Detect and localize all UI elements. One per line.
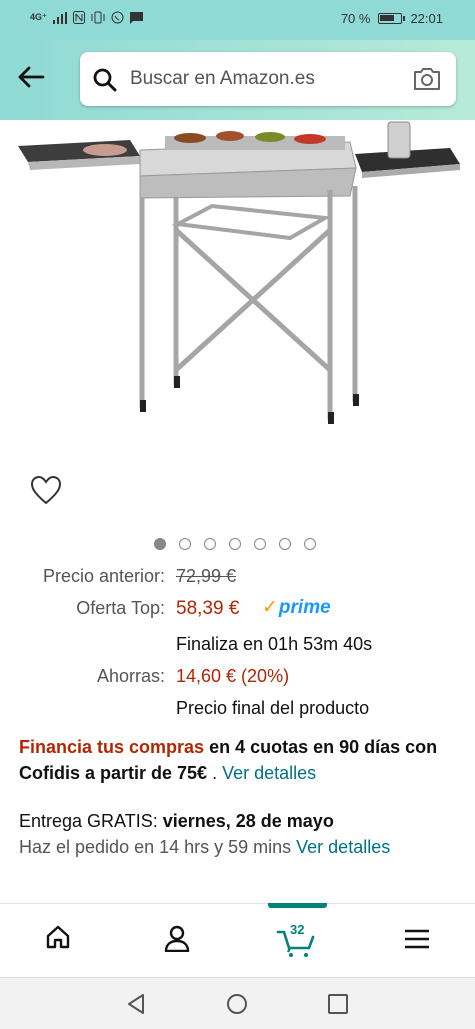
carousel-dot[interactable] bbox=[229, 538, 241, 550]
delivery-details-link[interactable]: Ver detalles bbox=[296, 837, 390, 857]
offer-price: 58,39 € bbox=[176, 598, 240, 619]
financing-highlight: Financia tus compras bbox=[19, 737, 205, 757]
clock: 22:01 bbox=[410, 11, 443, 26]
savings-label: Ahorras: bbox=[96, 666, 165, 686]
final-price-note: Precio final del producto bbox=[176, 698, 370, 718]
system-back-icon[interactable] bbox=[125, 993, 147, 1015]
active-tab-indicator bbox=[268, 903, 327, 908]
carousel-dot[interactable] bbox=[154, 538, 166, 550]
delivery-order-by: Haz el pedido en 14 hrs y 59 mins bbox=[19, 837, 297, 857]
delivery-info: Entrega GRATIS: viernes, 28 de mayo Haz … bbox=[19, 808, 459, 860]
battery-icon bbox=[378, 13, 406, 24]
bottom-navigation: 32 bbox=[0, 903, 475, 977]
system-recents-icon[interactable] bbox=[327, 993, 349, 1015]
carousel-dot[interactable] bbox=[179, 538, 191, 550]
account-icon[interactable] bbox=[163, 924, 191, 952]
carousel-dot[interactable] bbox=[279, 538, 291, 550]
menu-icon[interactable] bbox=[404, 928, 430, 950]
prime-label: prime bbox=[278, 597, 331, 618]
vibrate-icon bbox=[91, 11, 105, 24]
network-type: 4G⁺ bbox=[30, 12, 47, 22]
carousel-dots[interactable] bbox=[154, 538, 316, 550]
previous-price-label: Precio anterior: bbox=[42, 566, 165, 586]
system-navigation bbox=[0, 977, 475, 1029]
financing-details-link[interactable]: Ver detalles bbox=[222, 763, 316, 783]
prime-badge: ✓prime bbox=[262, 596, 331, 619]
carousel-dot[interactable] bbox=[304, 538, 316, 550]
status-icons-left: 4G⁺ bbox=[30, 11, 143, 24]
previous-price: 72,99 € bbox=[176, 566, 237, 586]
battery-percent: 70 % bbox=[340, 11, 371, 26]
system-home-icon[interactable] bbox=[226, 993, 248, 1015]
status-icons-right: 70 % 22:01 bbox=[341, 11, 443, 26]
nfc-icon bbox=[72, 11, 85, 24]
search-input[interactable]: Buscar en Amazon.es bbox=[130, 68, 315, 90]
back-arrow-icon[interactable] bbox=[16, 62, 46, 92]
camera-icon[interactable] bbox=[412, 66, 442, 92]
carousel-dot[interactable] bbox=[254, 538, 266, 550]
delivery-date: viernes, 28 de mayo bbox=[162, 811, 334, 831]
home-icon[interactable] bbox=[45, 924, 71, 950]
offer-label: Oferta Top: bbox=[76, 598, 165, 618]
financing-dot: . bbox=[207, 763, 223, 783]
app-header: Buscar en Amazon.es bbox=[0, 40, 475, 120]
delivery-prefix: Entrega GRATIS: bbox=[19, 811, 163, 831]
cart-icon[interactable] bbox=[276, 928, 316, 958]
status-bar: 4G⁺ 70 % 22:01 bbox=[0, 0, 475, 40]
product-image[interactable] bbox=[0, 120, 475, 460]
financing-offer: Financia tus compras en 4 cuotas en 90 d… bbox=[19, 734, 464, 786]
message-icon bbox=[129, 11, 143, 24]
heart-icon[interactable] bbox=[30, 475, 62, 505]
savings-value: 14,60 € (20%) bbox=[176, 666, 290, 686]
prime-check-icon: ✓ bbox=[262, 597, 278, 618]
deal-countdown: Finaliza en 01h 53m 40s bbox=[176, 634, 373, 654]
signal-icon bbox=[52, 11, 67, 24]
search-bar[interactable]: Buscar en Amazon.es bbox=[80, 52, 456, 106]
search-icon bbox=[93, 68, 117, 92]
grill-illustration bbox=[18, 121, 460, 424]
whatsapp-icon bbox=[111, 11, 124, 24]
carousel-dot[interactable] bbox=[204, 538, 216, 550]
